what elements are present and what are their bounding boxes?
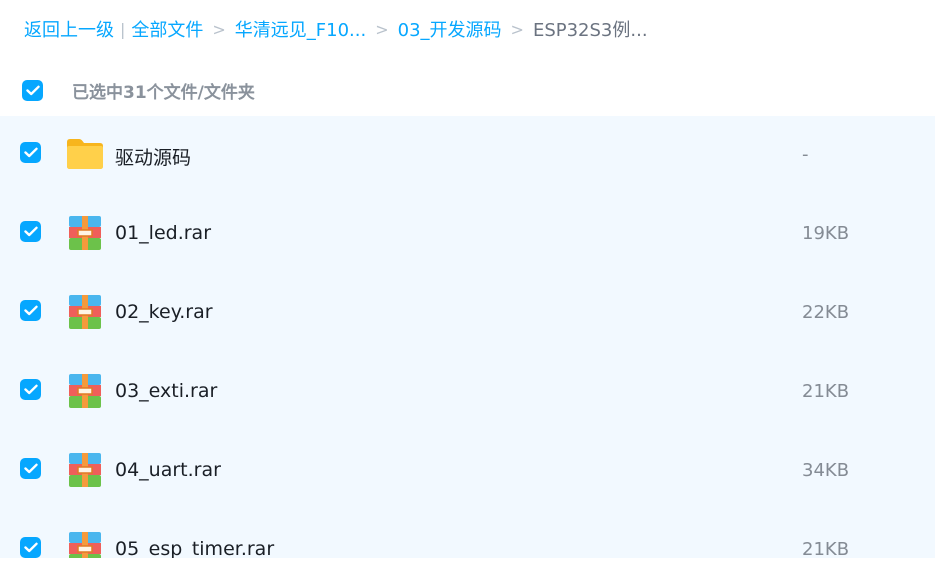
file-name[interactable]: 04_uart.rar xyxy=(115,459,221,481)
folder-icon xyxy=(67,139,103,169)
check-icon xyxy=(23,463,38,474)
file-row[interactable]: 02_key.rar 22KB xyxy=(0,274,935,353)
file-name[interactable]: 05_esp_timer.rar xyxy=(115,538,274,558)
rar-icon xyxy=(69,532,101,558)
rar-icon xyxy=(69,453,101,487)
breadcrumb: 返回上一级 | 全部文件 > 华清远见_F10... > 03_开发源码 > E… xyxy=(24,14,648,44)
breadcrumb-divider: | xyxy=(120,19,126,39)
check-icon xyxy=(23,384,38,395)
file-size: - xyxy=(802,144,809,165)
selection-count-label: 已选中31个文件/文件夹 xyxy=(72,82,255,103)
check-icon xyxy=(23,226,38,237)
file-size: 21KB xyxy=(802,381,850,402)
file-row[interactable]: 01_led.rar 19KB xyxy=(0,195,935,274)
file-row[interactable]: 04_uart.rar 34KB xyxy=(0,432,935,511)
check-icon xyxy=(23,542,38,553)
row-checkbox[interactable] xyxy=(20,221,41,242)
file-browser: 返回上一级 | 全部文件 > 华清远见_F10... > 03_开发源码 > E… xyxy=(0,0,935,585)
breadcrumb-all-files[interactable]: 全部文件 xyxy=(131,16,203,42)
file-size: 21KB xyxy=(802,539,850,558)
check-icon xyxy=(23,305,38,316)
select-all-checkbox[interactable] xyxy=(22,79,43,101)
breadcrumb-separator: > xyxy=(212,19,226,39)
rar-icon xyxy=(69,216,101,250)
file-name[interactable]: 02_key.rar xyxy=(115,301,213,323)
file-list: 驱动源码 - 01_led.rar 19KB 02_key.rar 22KB 0… xyxy=(0,116,935,558)
row-checkbox[interactable] xyxy=(20,300,41,321)
rar-icon xyxy=(69,374,101,408)
file-row[interactable]: 03_exti.rar 21KB xyxy=(0,353,935,432)
row-checkbox[interactable] xyxy=(20,379,41,400)
breadcrumb-level-1[interactable]: 华清远见_F10... xyxy=(235,16,366,42)
back-link[interactable]: 返回上一级 xyxy=(24,16,114,42)
breadcrumb-current: ESP32S3例... xyxy=(532,20,648,41)
breadcrumb-separator: > xyxy=(375,19,389,39)
file-size: 22KB xyxy=(802,302,850,323)
check-icon xyxy=(25,85,40,95)
check-icon xyxy=(23,147,38,158)
row-checkbox[interactable] xyxy=(20,537,41,558)
row-checkbox[interactable] xyxy=(20,142,41,163)
row-checkbox[interactable] xyxy=(20,458,41,479)
breadcrumb-level-2[interactable]: 03_开发源码 xyxy=(398,16,502,42)
select-all-row: 已选中31个文件/文件夹 xyxy=(22,78,255,103)
file-size: 19KB xyxy=(802,223,850,244)
file-name[interactable]: 驱动源码 xyxy=(115,143,191,170)
file-size: 34KB xyxy=(802,460,850,481)
file-name[interactable]: 03_exti.rar xyxy=(115,380,217,402)
file-row[interactable]: 05_esp_timer.rar 21KB xyxy=(0,511,935,558)
breadcrumb-separator: > xyxy=(510,19,524,39)
file-row[interactable]: 驱动源码 - xyxy=(0,116,935,195)
file-name[interactable]: 01_led.rar xyxy=(115,222,211,244)
rar-icon xyxy=(69,295,101,329)
